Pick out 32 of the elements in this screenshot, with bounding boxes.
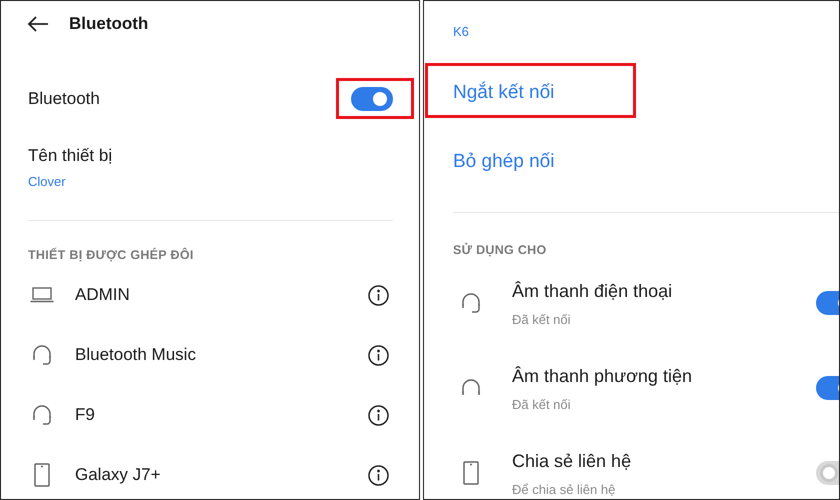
device-name[interactable]: F9 [75,405,368,425]
info-icon[interactable] [368,404,389,426]
device-name[interactable]: ADMIN [75,285,368,305]
section-header: SỬ DỤNG CHO [453,242,548,259]
profile-title: Âm thanh điện thoại [512,280,674,302]
profile-status: Đã kết nối [512,311,572,329]
action-link[interactable]: Bỏ ghép nối [453,150,554,172]
phone-icon [34,463,50,487]
info-icon[interactable] [368,284,389,306]
action-link[interactable]: Ngắt kết nối [453,82,554,104]
setting-value: Clover [28,173,67,191]
profile-status: Để chia sẻ liên hệ [512,481,616,499]
setting-label: Tên thiết bị [28,145,114,167]
info-icon[interactable] [368,464,389,486]
headset-icon [461,292,481,314]
toggle-switch[interactable] [351,87,393,111]
section-header: THIẾT BỊ ĐƯỢC GHÉP ĐÔI [28,246,195,264]
laptop-icon [30,287,54,303]
setting-value: K6 [453,23,470,41]
headphones-icon [461,378,481,398]
back-arrow-icon[interactable] [27,16,49,32]
headset-icon [32,404,52,426]
profile-status: Đã kết nối [512,396,572,414]
device-name[interactable]: Bluetooth Music [75,345,368,365]
profile-title: Âm thanh phương tiện [512,365,693,387]
info-icon[interactable] [368,344,389,366]
phone-icon [463,460,479,484]
headset-icon [32,344,52,366]
screen-title: Bluetooth [69,14,148,34]
setting-label: Bluetooth [28,88,100,110]
device-name[interactable]: Galaxy J7+ [75,465,368,485]
profile-title: Chia sẻ liên hệ [512,450,632,472]
